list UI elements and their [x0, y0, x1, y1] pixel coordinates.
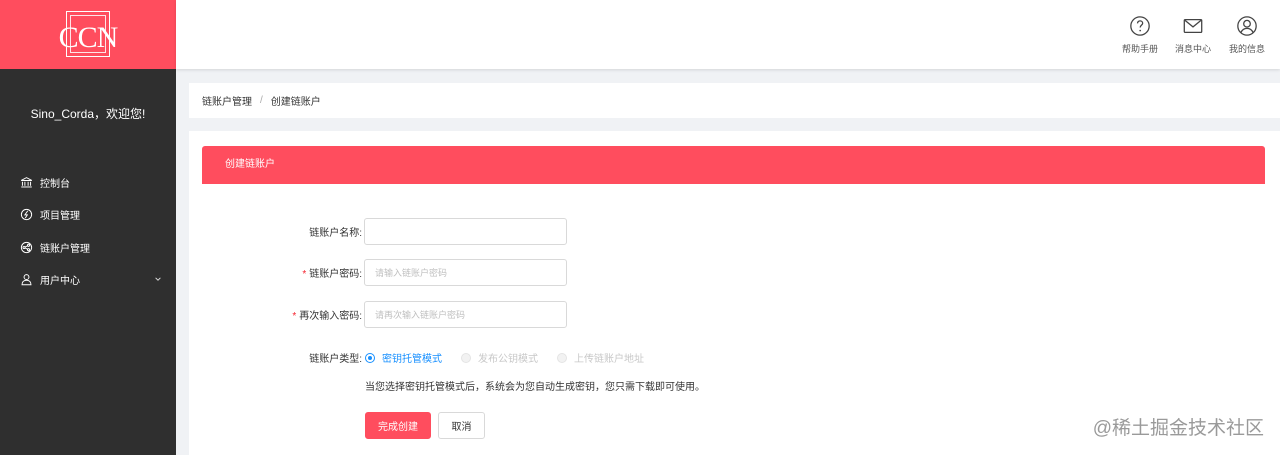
mail-icon	[1183, 18, 1203, 34]
user-icon	[20, 273, 33, 286]
account-type-row: 链账户类型: 密钥托管模式 发布公钥模式 上传链账户地址	[189, 350, 663, 365]
account-name-label: 链账户名称:	[189, 224, 364, 239]
breadcrumb-parent[interactable]: 链账户管理	[202, 93, 252, 108]
breadcrumb: 链账户管理 / 创建链账户	[189, 83, 1280, 118]
message-center-label: 消息中心	[1174, 44, 1211, 54]
sidebar-item-user-center[interactable]: 用户中心	[0, 264, 176, 297]
radio-dot	[461, 352, 471, 363]
account-type-radio-group: 密钥托管模式 发布公钥模式 上传链账户地址	[365, 350, 663, 365]
sidebar-item-console[interactable]: 控制台	[0, 166, 176, 199]
logo-area: CCN	[0, 0, 176, 69]
complete-create-button[interactable]: 完成创建	[365, 412, 431, 439]
account-type-label-text: 链账户类型:	[309, 354, 362, 365]
radio-label: 密钥托管模式	[382, 354, 442, 365]
card-title: 创建链账户	[202, 146, 1265, 184]
sidebar-item-label: 项目管理	[40, 211, 80, 223]
sidebar-item-label: 链账户管理	[40, 243, 90, 255]
message-center-button[interactable]: 消息中心	[1168, 15, 1218, 55]
radio-dot	[365, 352, 375, 363]
bank-icon	[20, 176, 33, 189]
help-manual-button[interactable]: 帮助手册	[1115, 15, 1165, 55]
account-type-hint: 当您选择密钥托管模式后，系统会为您自动生成密钥，您只需下载即可使用。	[365, 382, 705, 393]
user-circle-icon	[1237, 16, 1257, 36]
radio-label: 上传链账户地址	[574, 354, 644, 365]
cancel-button[interactable]: 取消	[438, 412, 485, 439]
account-name-row: 链账户名称:	[189, 218, 567, 245]
password-label: * 链账户密码:	[189, 265, 364, 280]
radio-publish-pubkey[interactable]: 发布公钥模式	[461, 350, 538, 365]
help-manual-label: 帮助手册	[1121, 44, 1158, 54]
confirm-password-input[interactable]	[364, 301, 567, 328]
account-name-label-text: 链账户名称:	[309, 228, 362, 239]
sidebar-item-label: 用户中心	[40, 276, 80, 288]
sidebar: CCN Sino_Corda，欢迎您! 控制台 项目管理 链账户管理 用户中心	[0, 0, 176, 455]
watermark: @稀土掘金技术社区	[1092, 418, 1264, 439]
password-label-text: 链账户密码:	[309, 269, 362, 280]
welcome-text: Sino_Corda，欢迎您!	[30, 107, 146, 121]
radio-key-custody[interactable]: 密钥托管模式	[365, 350, 442, 365]
sidebar-menu: 控制台 项目管理 链账户管理 用户中心	[0, 166, 176, 296]
account-type-label: 链账户类型:	[189, 350, 364, 365]
confirm-password-label: * 再次输入密码:	[189, 307, 364, 322]
password-row: * 链账户密码:	[189, 259, 567, 286]
project-icon	[20, 208, 33, 221]
radio-label: 发布公钥模式	[478, 354, 538, 365]
account-name-input[interactable]	[364, 218, 567, 245]
confirm-password-row: * 再次输入密码:	[189, 301, 567, 328]
sidebar-item-chain-accounts[interactable]: 链账户管理	[0, 231, 176, 264]
sidebar-item-label: 控制台	[40, 178, 70, 190]
password-input[interactable]	[364, 259, 567, 286]
required-mark: *	[292, 311, 297, 322]
logo-text: CCN	[58, 20, 119, 54]
breadcrumb-current: 创建链账户	[270, 97, 321, 108]
confirm-password-label-text: 再次输入密码:	[299, 311, 362, 322]
share-nodes-icon	[20, 241, 33, 254]
my-info-button[interactable]: 我的信息	[1222, 15, 1272, 55]
my-info-label: 我的信息	[1228, 44, 1265, 54]
required-mark: *	[302, 269, 307, 280]
question-circle-icon	[1130, 16, 1150, 36]
top-header: 帮助手册 消息中心 我的信息	[176, 0, 1280, 69]
radio-dot	[557, 352, 567, 363]
sidebar-item-projects[interactable]: 项目管理	[0, 199, 176, 232]
breadcrumb-separator: /	[260, 95, 263, 106]
create-account-card: 创建链账户 链账户名称: *链账户密码: *再次输入密码: 链账户类型: 密钥托…	[189, 131, 1280, 455]
radio-upload-address[interactable]: 上传链账户地址	[557, 350, 644, 365]
logo[interactable]: CCN	[56, 7, 120, 63]
chevron-down-icon[interactable]	[154, 275, 162, 283]
